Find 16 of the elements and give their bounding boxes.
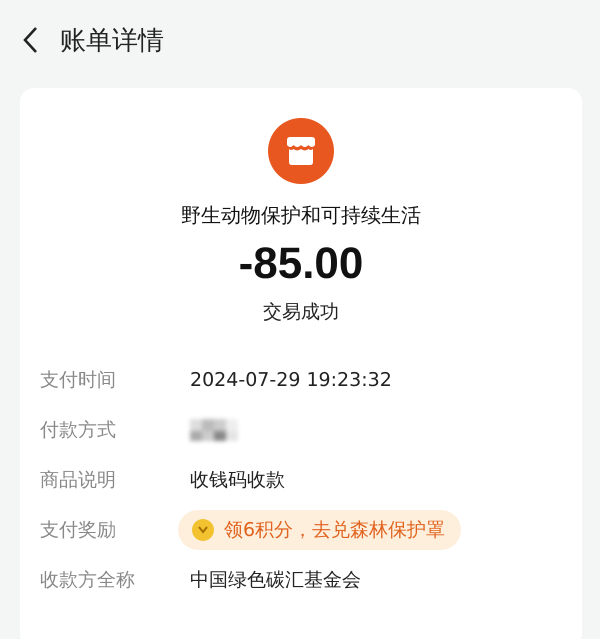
field-label: 支付奖励 [40, 518, 117, 543]
amount: -85.00 [238, 239, 364, 289]
field-label: 支付时间 [40, 368, 117, 393]
field-value: 中国绿色碳汇基金会 [190, 568, 361, 593]
field-label: 商品说明 [40, 468, 117, 493]
field-label: 收款方全称 [40, 568, 136, 593]
field-value: 收钱码收款 [190, 468, 285, 493]
field-label: 付款方式 [40, 418, 117, 443]
coin-icon [192, 519, 214, 541]
page-title: 账单详情 [60, 24, 164, 58]
shop-icon [268, 118, 334, 184]
merchant-name: 野生动物保护和可持续生活 [181, 202, 421, 229]
back-icon[interactable] [22, 26, 38, 54]
field-value: 2024-07-29 19:23:32 [190, 369, 392, 391]
status-text: 交易成功 [263, 300, 339, 325]
reward-button[interactable]: 领6积分，去兑森林保护罩 [178, 510, 462, 550]
